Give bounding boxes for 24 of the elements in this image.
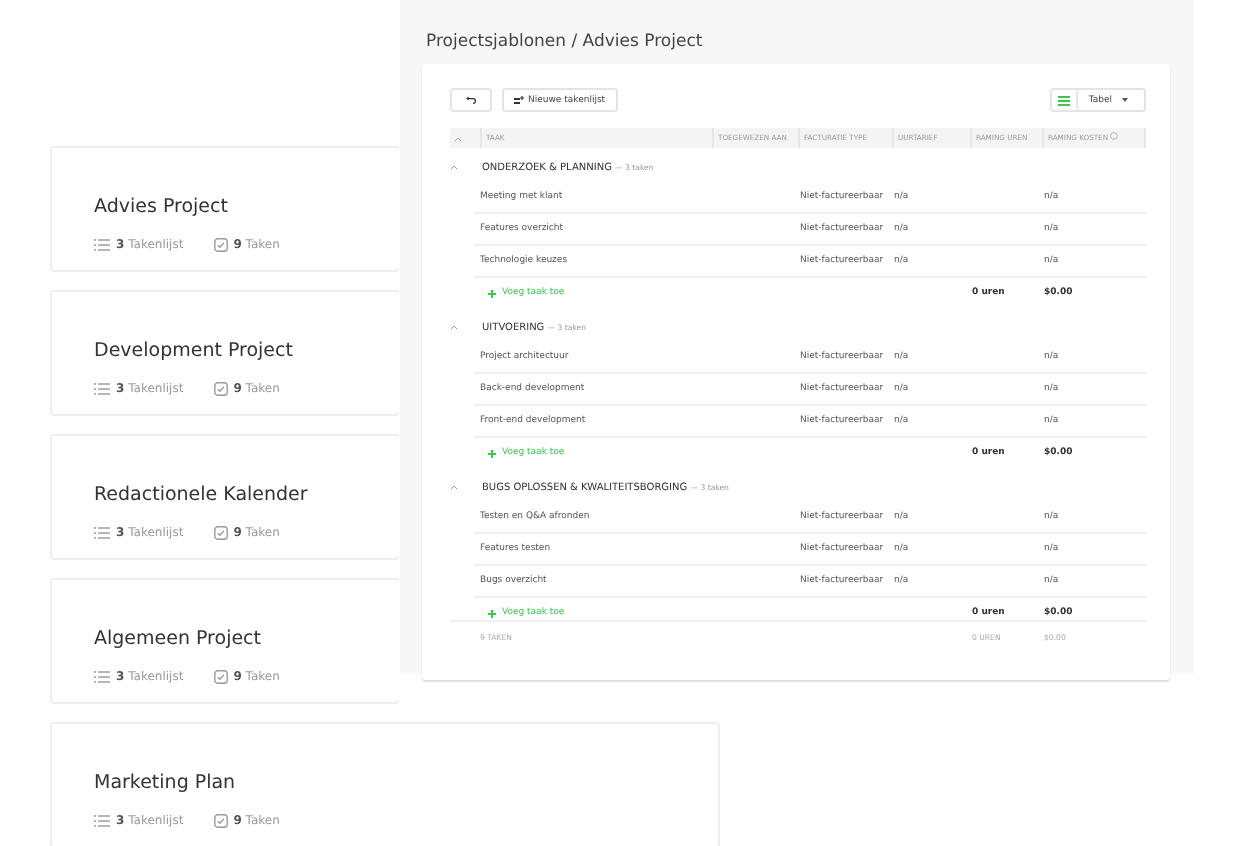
project-title[interactable]: Marketing Plan [94,772,236,794]
checkbox-icon [213,238,228,252]
plus-icon [488,449,496,457]
list-icon [94,238,110,252]
undo-icon [466,96,476,104]
project-title[interactable]: Development Project [94,340,293,362]
project-title[interactable]: Advies Project [94,196,228,218]
checkbox-icon [213,670,228,684]
breadcrumb-title: Projectsjablonen / Advies Project [426,32,703,52]
add-list-icon [514,95,524,105]
list-icon [94,526,110,540]
undo-button[interactable] [450,88,492,112]
checkbox-icon [213,526,228,540]
table-view-icon [1058,95,1071,105]
plus-icon [488,609,496,617]
checkbox-icon [213,382,228,396]
project-title[interactable]: Algemeen Project [94,628,262,650]
list-icon [94,382,110,396]
list-icon [94,814,110,828]
plus-icon [488,289,496,297]
checkbox-icon [213,814,228,828]
list-icon [94,670,110,684]
project-title[interactable]: Redactionele Kalender [94,484,308,506]
caret-icon [1122,98,1128,102]
